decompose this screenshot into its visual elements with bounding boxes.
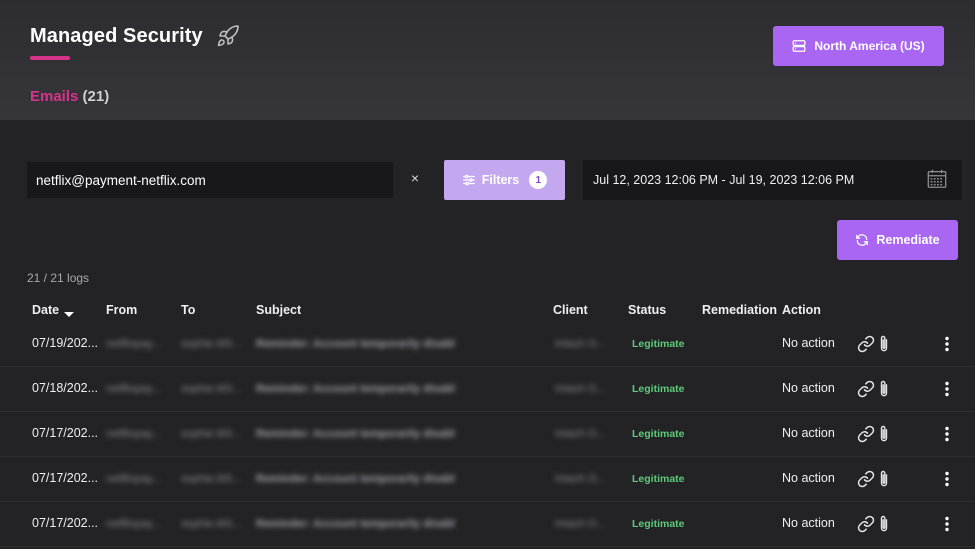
more-vertical-icon[interactable] (940, 380, 954, 398)
title-underline (30, 56, 70, 60)
status-badge: Legitimate (632, 383, 685, 395)
cell-action: No action (782, 471, 835, 485)
link-icon[interactable] (857, 515, 875, 533)
column-header-label: Date (32, 303, 60, 317)
remediate-button-label: Remediate (876, 233, 940, 247)
filters-button-label: Filters (481, 173, 520, 187)
cell-to: sophie.M3... (181, 473, 241, 485)
region-button-label: North America (US) (814, 39, 925, 53)
status-badge: Legitimate (632, 338, 685, 350)
status-badge: Legitimate (632, 473, 685, 485)
rocket-icon (217, 25, 239, 47)
column-header-subject[interactable]: Subject (256, 303, 301, 317)
link-icon[interactable] (857, 425, 875, 443)
cell-date: 07/18/202... (32, 381, 99, 395)
page-title: Managed Security (30, 25, 203, 47)
paperclip-icon[interactable] (877, 379, 891, 399)
status-badge: Legitimate (632, 518, 685, 530)
cell-action: No action (782, 516, 835, 530)
cell-client: Intach O... (555, 518, 606, 530)
cell-subject[interactable]: Reminder: Account temporarily disabl (256, 383, 455, 395)
column-header-to[interactable]: To (181, 303, 195, 317)
cell-to: sophie.M3... (181, 338, 241, 350)
column-header-client[interactable]: Client (553, 303, 588, 317)
column-header-status[interactable]: Status (628, 303, 666, 317)
table-row[interactable]: 07/17/202... netflixpay... sophie.M3... … (0, 412, 975, 457)
sort-descending-icon[interactable] (64, 312, 75, 317)
status-badge: Legitimate (632, 428, 685, 440)
cell-action: No action (782, 381, 835, 395)
date-range-value: Jul 12, 2023 12:06 PM - Jul 19, 2023 12:… (593, 173, 855, 187)
page-header: Managed Security North America (US) Emai… (0, 0, 975, 120)
more-vertical-icon[interactable] (940, 470, 954, 488)
cell-from: netflixpay... (106, 518, 161, 530)
cell-from: netflixpay... (106, 473, 161, 485)
paperclip-icon[interactable] (877, 514, 891, 534)
table-row[interactable]: 07/18/202... netflixpay... sophie.M3... … (0, 367, 975, 412)
column-header-action[interactable]: Action (782, 303, 821, 317)
cell-to: sophie.M3... (181, 383, 241, 395)
more-vertical-icon[interactable] (940, 425, 954, 443)
cell-from: netflixpay... (106, 383, 161, 395)
email-log-table: 07/19/202... netflixpay... sophie.M3... … (0, 322, 975, 547)
emails-count: (21) (82, 88, 110, 105)
server-icon (792, 40, 806, 52)
paperclip-icon[interactable] (877, 334, 891, 354)
link-icon[interactable] (857, 380, 875, 398)
paperclip-icon[interactable] (877, 469, 891, 489)
refresh-icon (856, 234, 869, 246)
table-header: Date From To Subject Client Status Remed… (0, 303, 975, 321)
table-row[interactable]: 07/17/202... netflixpay... sophie.M3... … (0, 502, 975, 547)
cell-from: netflixpay... (106, 338, 161, 350)
clear-search-button[interactable]: × (408, 168, 422, 188)
link-icon[interactable] (857, 470, 875, 488)
sliders-icon (462, 174, 475, 186)
search-input[interactable]: netflix@payment-netflix.com (27, 162, 393, 198)
emails-label-text: Emails (30, 88, 79, 105)
more-vertical-icon[interactable] (940, 515, 954, 533)
cell-subject[interactable]: Reminder: Account temporarily disabl (256, 518, 455, 530)
logs-count: 21 / 21 logs (27, 271, 90, 285)
cell-subject[interactable]: Reminder: Account temporarily disabl (256, 428, 455, 440)
cell-date: 07/19/202... (32, 336, 99, 350)
cell-subject[interactable]: Reminder: Account temporarily disabl (256, 338, 455, 350)
emails-section-label: Emails (21) (30, 88, 109, 105)
cell-action: No action (782, 426, 835, 440)
cell-from: netflixpay... (106, 428, 161, 440)
cell-date: 07/17/202... (32, 471, 99, 485)
cell-client: Intach O... (555, 338, 606, 350)
cell-date: 07/17/202... (32, 426, 99, 440)
search-input-value: netflix@payment-netflix.com (36, 172, 206, 188)
table-row[interactable]: 07/17/202... netflixpay... sophie.M3... … (0, 457, 975, 502)
column-header-date[interactable]: Date (32, 303, 75, 317)
cell-action: No action (782, 336, 835, 350)
cell-subject[interactable]: Reminder: Account temporarily disabl (256, 473, 455, 485)
cell-client: Intach O... (555, 383, 606, 395)
cell-date: 07/17/202... (32, 516, 99, 530)
more-vertical-icon[interactable] (940, 335, 954, 353)
cell-client: Intach O... (555, 473, 606, 485)
cell-to: sophie.M3... (181, 518, 241, 530)
filters-count-badge: 1 (529, 171, 548, 189)
region-selector-button[interactable]: North America (US) (773, 26, 944, 66)
calendar-icon[interactable] (926, 168, 948, 190)
column-header-remediation[interactable]: Remediation (702, 303, 777, 317)
link-icon[interactable] (857, 335, 875, 353)
table-row[interactable]: 07/19/202... netflixpay... sophie.M3... … (0, 322, 975, 367)
column-header-from[interactable]: From (106, 303, 137, 317)
cell-client: Intach O... (555, 428, 606, 440)
date-range-picker[interactable]: Jul 12, 2023 12:06 PM - Jul 19, 2023 12:… (583, 160, 962, 200)
cell-to: sophie.M3... (181, 428, 241, 440)
paperclip-icon[interactable] (877, 424, 891, 444)
remediate-button[interactable]: Remediate (837, 220, 958, 260)
filters-button[interactable]: Filters 1 (444, 160, 565, 200)
